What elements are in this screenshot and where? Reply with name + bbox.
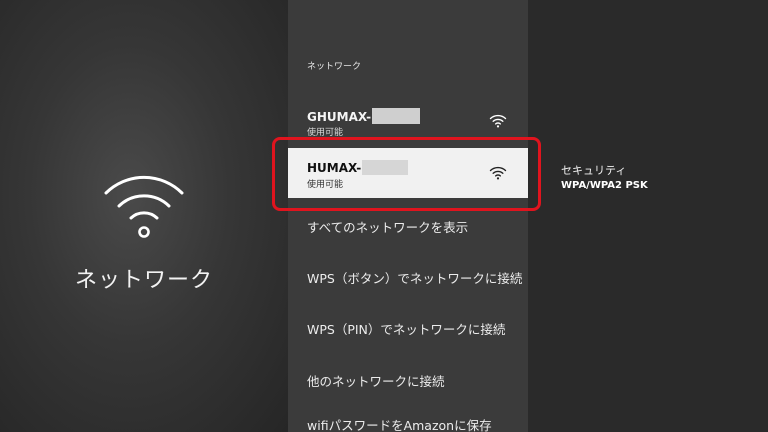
section-label: ネットワーク: [307, 62, 362, 72]
menu-show-all-networks[interactable]: すべてのネットワークを表示: [307, 217, 468, 236]
network-item-humax-selected[interactable]: HUMAX- 使用可能: [288, 148, 528, 198]
network-name-text: HUMAX-: [307, 161, 362, 175]
left-pane: ネットワーク: [0, 0, 288, 432]
wifi-icon: [489, 114, 507, 128]
menu-other-network[interactable]: 他のネットワークに接続: [307, 371, 445, 390]
network-name: GHUMAX-: [307, 108, 421, 124]
network-status: 使用可能: [307, 128, 344, 138]
security-label: セキュリティ: [561, 164, 627, 177]
network-name: HUMAX-: [307, 160, 409, 175]
network-item-ghumax[interactable]: GHUMAX- 使用可能: [288, 96, 528, 146]
detail-pane: セキュリティ WPA/WPA2 PSK: [528, 0, 768, 432]
page-title: ネットワーク: [74, 268, 213, 293]
menu-wps-pin[interactable]: WPS（PIN）でネットワークに接続: [307, 319, 505, 338]
network-list-pane: ネットワーク GHUMAX- 使用可能 HUMAX- 使用可能 すべてのネットワ…: [288, 0, 528, 432]
menu-wps-button[interactable]: WPS（ボタン）でネットワークに接続: [307, 268, 522, 287]
security-value: WPA/WPA2 PSK: [561, 180, 648, 191]
redacted-block: [372, 108, 421, 124]
wifi-icon: [104, 175, 184, 238]
network-name-text: GHUMAX-: [307, 110, 372, 124]
wifi-icon: [489, 166, 507, 180]
redacted-block: [362, 160, 409, 175]
network-status: 使用可能: [307, 180, 344, 190]
menu-save-wifi-password[interactable]: wifiパスワードをAmazonに保存: [307, 415, 492, 432]
